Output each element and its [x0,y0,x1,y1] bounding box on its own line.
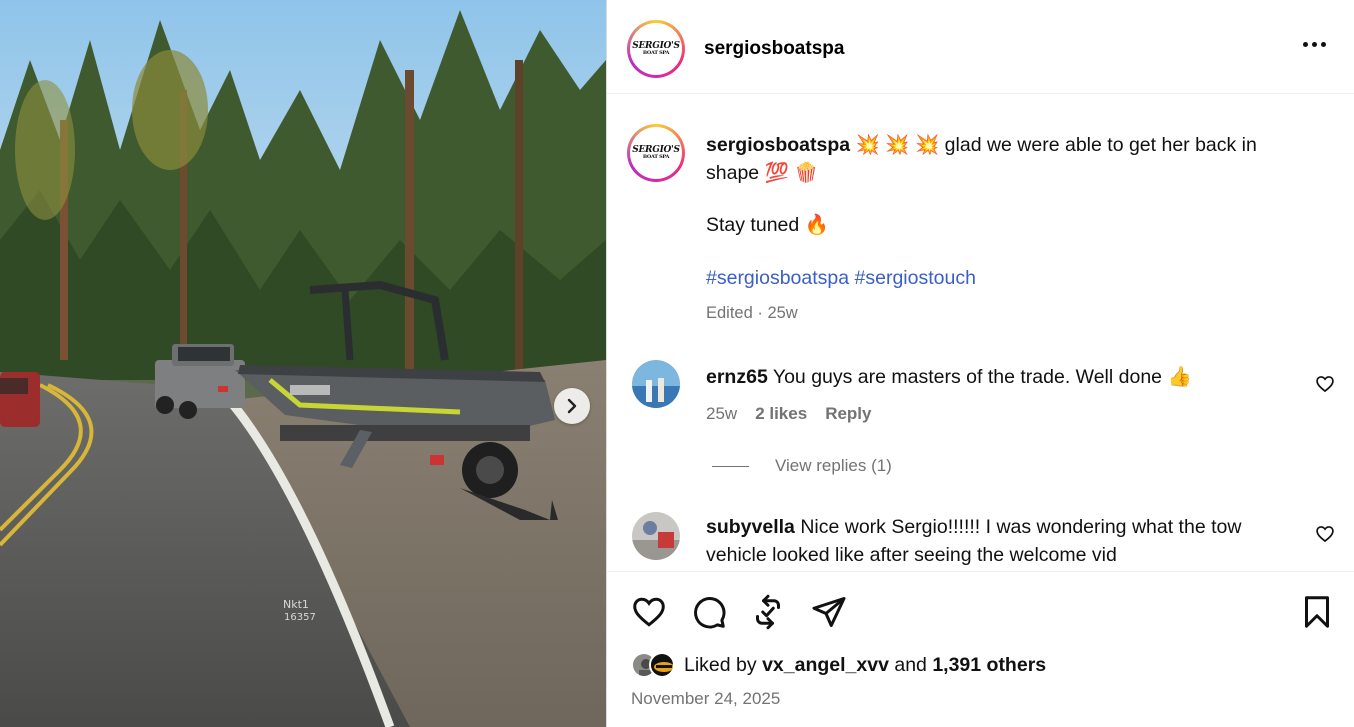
caption-username[interactable]: sergiosboatspa [706,134,850,156]
hashtag-link[interactable]: #sergiosboatspa [706,267,849,289]
comment-likes[interactable]: 2 likes [755,404,807,424]
commenter-avatar[interactable] [632,512,680,560]
caption-emojis-lead: 💥 💥 💥 [855,134,940,156]
paper-plane-icon [812,597,846,627]
replies-divider-line [712,465,749,467]
caption-line2: Stay tuned 🔥 [706,214,829,236]
comment-button[interactable] [691,594,727,635]
svg-text:16357: 16357 [284,612,316,623]
view-replies-button[interactable]: View replies (1) [712,456,892,476]
author-avatar[interactable]: SERGIO'S BOAT SPA [627,20,685,78]
comment-bubble-icon [694,597,726,629]
repost-button[interactable] [750,594,786,635]
liker-username[interactable]: vx_angel_xvv [762,654,889,676]
like-button[interactable] [631,594,667,635]
caption-author-avatar[interactable]: SERGIO'S BOAT SPA [627,124,685,182]
caption-author-logo: SERGIO'S BOAT SPA [632,145,680,160]
comment-like-button[interactable] [1315,374,1335,399]
more-horizontal-icon [1303,42,1308,47]
post-photo[interactable]: Nkt1 16357 [0,0,606,727]
caption-text: sergiosboatspa 💥 💥 💥 glad we were able t… [706,131,1306,187]
likes-text: Liked by vx_angel_xvv and 1,391 others [684,653,1047,676]
share-button[interactable] [811,594,847,635]
author-username[interactable]: sergiosboatspa [704,38,844,60]
post-actions-bar: Liked by vx_angel_xvv and 1,391 others N… [607,571,1354,727]
post-details-panel: SERGIO'S BOAT SPA sergiosboatspa SERGIO'… [606,0,1354,727]
save-button[interactable] [1299,594,1335,635]
commenter-username[interactable]: subyvella [706,516,795,538]
caption-emojis-tail: 💯 🍿 [764,162,819,184]
post-date: November 24, 2025 [631,689,781,708]
caption-hashtags: #sergiosboatspa #sergiostouch [706,267,976,290]
comment-like-button[interactable] [1315,524,1335,549]
caption-edited-time: Edited · 25w [706,304,798,322]
comment-meta: 25w 2 likes Reply [706,404,871,424]
heart-icon [1316,526,1334,543]
commenter-avatar[interactable] [632,360,680,408]
heart-icon [633,597,665,627]
liker-avatar[interactable] [649,652,675,678]
comment-reply-button[interactable]: Reply [825,404,871,424]
commenter-username[interactable]: ernz65 [706,366,768,388]
comment-text: ernz65 You guys are masters of the trade… [706,366,1192,388]
chevron-right-icon [567,398,577,414]
comment-time: 25w [706,404,738,423]
post-header: SERGIO'S BOAT SPA sergiosboatspa [607,0,1354,94]
repost-icon [756,594,780,630]
next-image-button[interactable] [554,388,590,424]
svg-text:Nkt1: Nkt1 [283,598,309,611]
more-options-button[interactable] [1301,36,1328,53]
likes-others-link[interactable]: 1,391 others [932,654,1046,676]
photo-illustration: Nkt1 16357 [0,0,606,727]
comment-text: subyvella Nice work Sergio!!!!!! I was w… [706,516,1242,566]
author-logo: SERGIO'S BOAT SPA [632,41,680,56]
heart-icon [1316,376,1334,393]
bookmark-icon [1305,596,1329,628]
hashtag-link[interactable]: #sergiostouch [855,267,976,289]
likes-summary: Liked by vx_angel_xvv and 1,391 others [631,652,1046,678]
